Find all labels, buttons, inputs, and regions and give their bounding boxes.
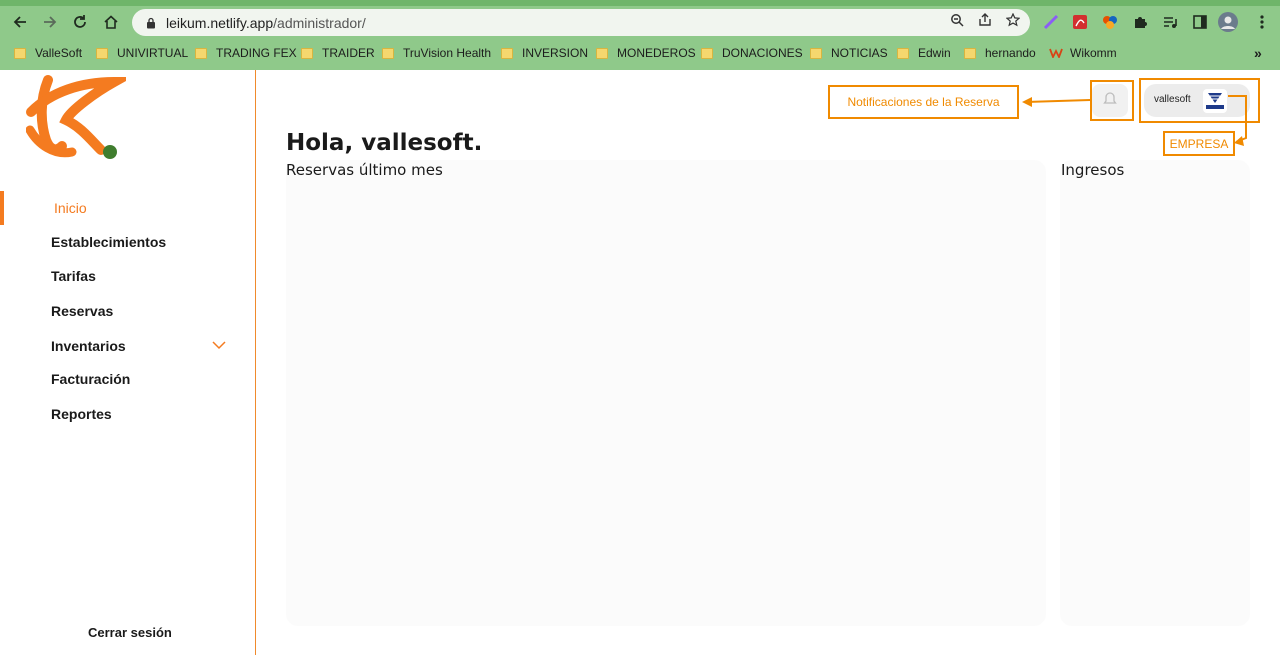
bookmark-item[interactable]: TRADING FEX [195, 44, 297, 62]
bookmark-item[interactable]: hernando [964, 44, 1036, 62]
folder-icon [382, 47, 394, 59]
sidebar-item-inventarios[interactable]: Inventarios [51, 338, 126, 354]
bookmark-item[interactable]: TruVision Health [382, 44, 491, 62]
app-root: Inicio Establecimientos Tarifas Reservas… [0, 70, 1280, 655]
bookmark-item[interactable]: ValleSoft [14, 44, 82, 62]
reservas-card [286, 160, 1046, 626]
bookmarks-overflow-button[interactable]: » [1254, 44, 1262, 62]
bookmark-item[interactable]: DONACIONES [701, 44, 803, 62]
folder-icon [501, 47, 513, 59]
folder-icon [897, 47, 909, 59]
puzzle-extensions-icon[interactable] [1130, 12, 1150, 32]
bookmark-item[interactable]: TRAIDER [301, 44, 375, 62]
bookmark-item[interactable]: Edwin [897, 44, 951, 62]
media-queue-icon[interactable] [1160, 12, 1180, 32]
side-panel-icon[interactable] [1190, 12, 1210, 32]
home-icon[interactable] [99, 10, 123, 34]
folder-icon [701, 47, 713, 59]
folder-icon [301, 47, 313, 59]
folder-icon [810, 47, 822, 59]
sidebar-item-inicio[interactable]: Inicio [54, 200, 87, 216]
star-icon[interactable] [1005, 12, 1021, 30]
pen-extension-icon[interactable] [1041, 12, 1061, 32]
bookmarks-bar: ValleSoft UNIVIRTUAL TRADING FEX TRAIDER… [0, 40, 1280, 66]
annotation-arrows [1022, 95, 1247, 146]
bookmark-item[interactable]: UNIVIRTUAL [96, 44, 188, 62]
chevron-down-icon[interactable] [211, 337, 227, 350]
sidebar-item-reportes[interactable]: Reportes [51, 406, 112, 422]
address-bar[interactable]: leikum.netlify.app/administrador/ [132, 9, 1030, 36]
ingresos-card [1060, 160, 1250, 626]
browser-chrome: leikum.netlify.app/administrador/ ValleS… [0, 0, 1280, 70]
zoom-icon[interactable] [950, 13, 964, 30]
sidebar: Inicio Establecimientos Tarifas Reservas… [0, 70, 256, 655]
back-arrow-icon[interactable] [8, 10, 32, 34]
sidebar-item-facturacion[interactable]: Facturación [51, 371, 130, 387]
main-content: Hola, vallesoft. Reservas último mes Ing… [256, 70, 1280, 655]
sidebar-item-reservas[interactable]: Reservas [51, 303, 113, 319]
folder-icon [14, 47, 26, 59]
active-indicator [0, 191, 4, 225]
pdf-extension-icon[interactable] [1070, 12, 1090, 32]
url-text: leikum.netlify.app/administrador/ [166, 14, 366, 31]
menu-dots-icon[interactable] [1252, 12, 1272, 32]
wikomm-icon [1049, 48, 1065, 58]
sidebar-item-tarifas[interactable]: Tarifas [51, 268, 96, 284]
folder-icon [596, 47, 608, 59]
share-icon[interactable] [978, 13, 992, 30]
bookmark-item[interactable]: MONEDEROS [596, 44, 696, 62]
bookmark-item[interactable]: INVERSION [501, 44, 588, 62]
browser-toolbar: leikum.netlify.app/administrador/ [0, 6, 1280, 38]
logout-button[interactable]: Cerrar sesión [88, 625, 172, 640]
bookmark-item[interactable]: NOTICIAS [810, 44, 888, 62]
folder-icon [964, 47, 976, 59]
bookmark-item[interactable]: Wikomm [1049, 44, 1117, 62]
colored-extension-icon[interactable] [1100, 12, 1120, 32]
brand-logo[interactable] [25, 72, 134, 164]
profile-avatar-icon[interactable] [1218, 12, 1238, 32]
forward-arrow-icon[interactable] [38, 10, 62, 34]
folder-icon [96, 47, 108, 59]
folder-icon [195, 47, 207, 59]
reload-icon[interactable] [68, 10, 92, 34]
lock-icon [144, 16, 158, 30]
sidebar-item-establecimientos[interactable]: Establecimientos [51, 234, 166, 250]
